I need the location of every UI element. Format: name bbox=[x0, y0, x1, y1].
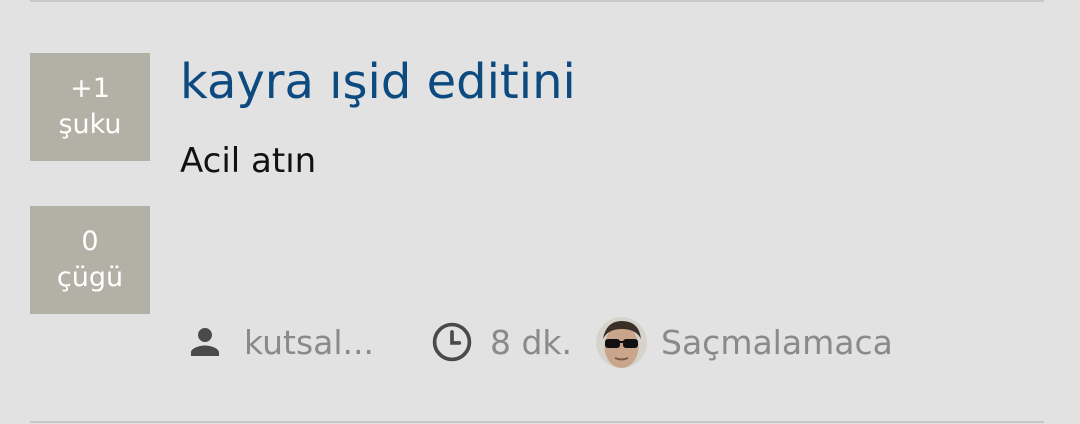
channel-name: Saçmalamaca bbox=[661, 322, 893, 362]
upvote-label: şuku bbox=[58, 109, 122, 140]
upvote-button[interactable]: +1 şuku bbox=[30, 53, 150, 161]
top-divider bbox=[30, 0, 1044, 2]
person-icon bbox=[184, 321, 226, 363]
clock-icon bbox=[430, 320, 474, 364]
post-body: Acil atın bbox=[180, 141, 317, 181]
author-name: kutsal... bbox=[244, 322, 375, 362]
post-title-link[interactable]: kayra ışid editini bbox=[180, 50, 576, 114]
channel-link[interactable]: Saçmalamaca bbox=[596, 314, 893, 370]
post-card: +1 şuku 0 çügü kayra ışid editini Acil a… bbox=[0, 0, 1080, 424]
channel-avatar bbox=[596, 316, 647, 368]
upvote-count: +1 bbox=[70, 73, 110, 104]
time-label: 8 dk. bbox=[490, 322, 573, 362]
downvote-label: çügü bbox=[56, 262, 124, 293]
author-link[interactable]: kutsal... bbox=[184, 314, 374, 370]
downvote-button[interactable]: 0 çügü bbox=[30, 206, 150, 314]
post-time: 8 dk. bbox=[430, 314, 572, 370]
downvote-count: 0 bbox=[81, 226, 99, 257]
bottom-divider bbox=[30, 421, 1044, 423]
